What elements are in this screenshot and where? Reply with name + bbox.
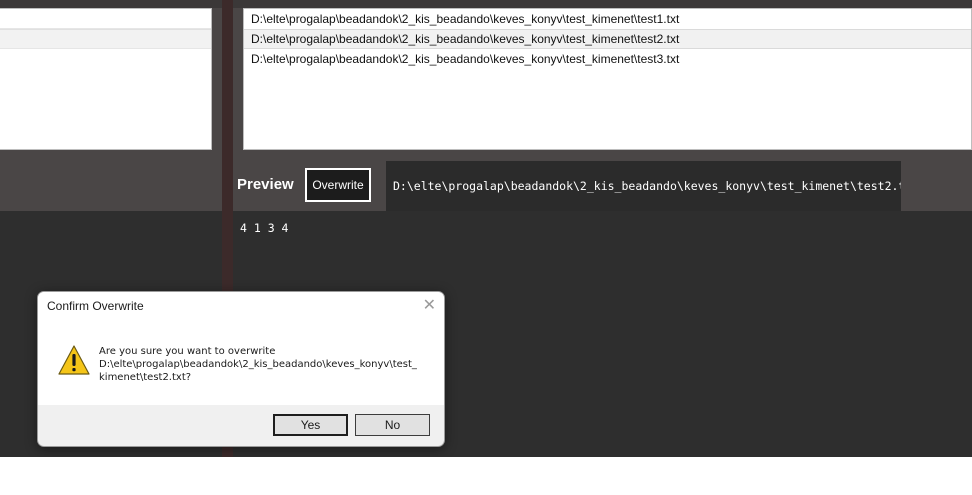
- file-list-item[interactable]: D:\elte\progalap\beadandok\2_kis_beadand…: [244, 49, 971, 69]
- dialog-titlebar: Confirm Overwrite ✕: [38, 292, 444, 321]
- list-item[interactable]: [0, 9, 211, 29]
- list-item[interactable]: [0, 29, 211, 49]
- yes-button[interactable]: Yes: [273, 414, 348, 436]
- dialog-message-path: D:\elte\progalap\beadandok\2_kis_beadand…: [99, 359, 417, 383]
- app-window: D:\elte\progalap\beadandok\2_kis_beadand…: [0, 0, 972, 457]
- dialog-button-row: Yes No: [38, 405, 444, 446]
- file-list-item[interactable]: D:\elte\progalap\beadandok\2_kis_beadand…: [244, 9, 971, 29]
- top-strip: [0, 0, 972, 8]
- preview-content: 4 1 3 4: [240, 221, 289, 235]
- dialog-message: Are you sure you want to overwrite D:\el…: [99, 345, 419, 384]
- warning-icon: [58, 345, 90, 375]
- no-button[interactable]: No: [355, 414, 430, 436]
- preview-path: D:\elte\progalap\beadandok\2_kis_beadand…: [386, 161, 901, 211]
- preview-title: Preview: [237, 176, 294, 193]
- close-icon[interactable]: ✕: [423, 295, 436, 315]
- overwrite-button[interactable]: Overwrite: [305, 168, 371, 202]
- file-list-item-selected[interactable]: D:\elte\progalap\beadandok\2_kis_beadand…: [244, 29, 971, 49]
- dialog-title: Confirm Overwrite: [47, 299, 144, 313]
- left-pane: [0, 8, 222, 211]
- left-list[interactable]: [0, 8, 212, 150]
- confirm-overwrite-dialog: Confirm Overwrite ✕ Are you sure you wan…: [37, 291, 445, 447]
- dialog-body: Are you sure you want to overwrite D:\el…: [38, 321, 444, 405]
- output-file-list[interactable]: D:\elte\progalap\beadandok\2_kis_beadand…: [243, 8, 972, 150]
- dialog-message-line: Are you sure you want to overwrite: [99, 346, 276, 357]
